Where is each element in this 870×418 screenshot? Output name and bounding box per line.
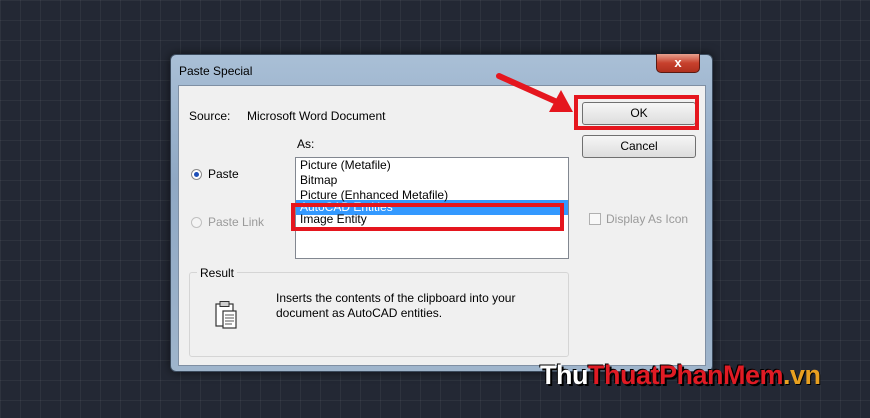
paste-special-dialog: Paste Special x Source: Microsoft Word D… xyxy=(170,54,713,372)
close-button[interactable]: x xyxy=(656,54,700,73)
source-label: Source: xyxy=(189,109,231,123)
paste-radio-label: Paste xyxy=(208,167,239,181)
paste-link-radio-button[interactable] xyxy=(191,216,202,228)
dialog-body: Source: Microsoft Word Document As: Past… xyxy=(178,73,706,366)
display-as-icon-checkbox[interactable] xyxy=(589,213,601,225)
ok-highlight-box xyxy=(574,95,699,130)
red-arrow-icon xyxy=(496,73,573,112)
as-label: As: xyxy=(297,137,315,151)
result-label: Result xyxy=(197,266,238,280)
watermark-part1: Thu xyxy=(540,360,588,390)
source-value: Microsoft Word Document xyxy=(247,109,386,123)
selected-item-highlight-box xyxy=(291,203,564,231)
display-as-icon-label: Display As Icon xyxy=(606,212,689,226)
list-item[interactable]: Bitmap xyxy=(296,173,568,188)
paste-radio-option[interactable]: Paste xyxy=(191,167,239,181)
display-as-icon-option[interactable]: Display As Icon xyxy=(589,212,688,226)
paste-link-radio-label: Paste Link xyxy=(208,215,265,229)
watermark-part2: Thuat xyxy=(587,360,660,390)
list-item[interactable]: Picture (Metafile) xyxy=(296,158,568,173)
watermark-part3: PhanMem xyxy=(658,360,784,390)
dialog-title: Paste Special xyxy=(179,64,253,78)
watermark-logo: ThuThuatPhanMem.vn xyxy=(540,360,821,391)
paste-radio-button[interactable] xyxy=(191,168,202,180)
cancel-button[interactable]: Cancel xyxy=(582,135,696,158)
clipboard-icon xyxy=(215,301,237,329)
result-description: Inserts the contents of the clipboard in… xyxy=(276,291,516,320)
paste-link-radio-option[interactable]: Paste Link xyxy=(191,215,264,229)
watermark-part4: .vn xyxy=(783,360,821,390)
